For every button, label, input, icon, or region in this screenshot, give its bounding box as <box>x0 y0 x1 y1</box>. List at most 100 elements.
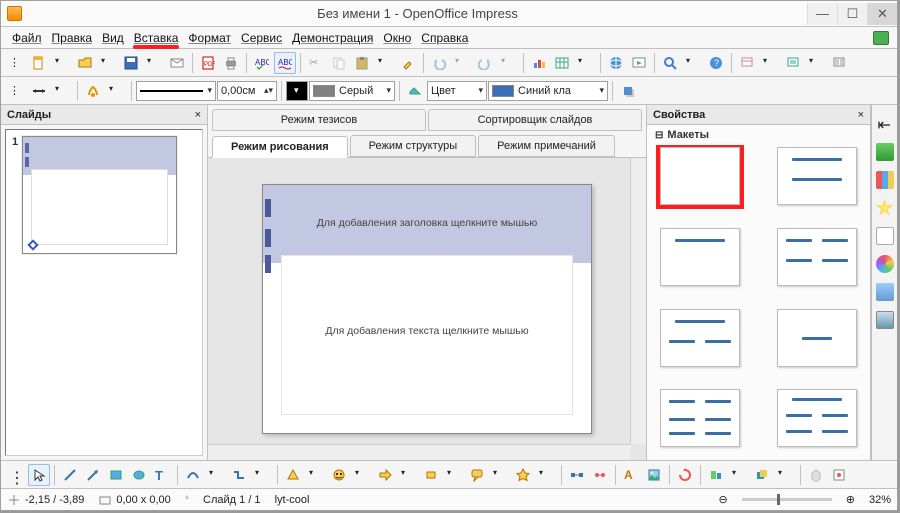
export-pdf-button[interactable]: PDF <box>197 52 219 74</box>
dropdown-icon[interactable]: ▾ <box>451 52 473 74</box>
layout-title-content[interactable] <box>777 147 857 205</box>
dropdown-icon[interactable]: ▾ <box>397 464 419 486</box>
dropdown-icon[interactable]: ▾ <box>535 464 557 486</box>
line-color-select[interactable]: Цвет▾ <box>427 81 487 101</box>
cut-button[interactable]: ✂ <box>305 52 327 74</box>
fontwork-tool[interactable]: A <box>620 464 642 486</box>
from-file-tool[interactable] <box>643 464 665 486</box>
align-tool[interactable] <box>705 464 727 486</box>
dropdown-icon[interactable]: ▾ <box>143 52 165 74</box>
sidebar-toggle-icon[interactable]: ⇤ <box>874 111 896 133</box>
dropdown-icon[interactable]: ▾ <box>351 464 373 486</box>
zoom-value[interactable]: 32% <box>869 494 891 506</box>
rect-tool[interactable] <box>105 464 127 486</box>
dropdown-icon[interactable]: ▾ <box>443 464 465 486</box>
line-style-select[interactable]: ▾ <box>136 81 216 101</box>
dropdown-icon[interactable]: ▾ <box>305 464 327 486</box>
email-button[interactable] <box>166 52 188 74</box>
cube-icon[interactable] <box>876 143 894 161</box>
layouts-group-header[interactable]: Макеты <box>647 125 870 145</box>
slide-design-button[interactable] <box>782 52 804 74</box>
extrusion-tool[interactable] <box>805 464 827 486</box>
connector-tool[interactable] <box>228 464 250 486</box>
close-button[interactable]: ✕ <box>867 3 897 25</box>
rotate-tool[interactable] <box>674 464 696 486</box>
dropdown-icon[interactable]: ▾ <box>728 464 750 486</box>
palette-icon[interactable] <box>876 255 894 273</box>
grip-icon[interactable]: ⋮ <box>5 52 27 74</box>
chart-icon[interactable] <box>876 171 894 189</box>
dropdown-icon[interactable]: ▾ <box>489 464 511 486</box>
points-edit-tool[interactable] <box>566 464 588 486</box>
star-icon[interactable] <box>876 199 894 217</box>
slide-templates-button[interactable] <box>736 52 758 74</box>
slide-layout-button[interactable] <box>828 52 850 74</box>
tab-structure-mode[interactable]: Режим структуры <box>350 135 477 157</box>
line-color-button[interactable] <box>82 80 104 102</box>
dropdown-icon[interactable]: ▾ <box>51 52 73 74</box>
line-tool[interactable] <box>59 464 81 486</box>
dropdown-icon[interactable]: ▾ <box>51 80 73 102</box>
layout-title-only[interactable] <box>660 228 740 286</box>
minimize-button[interactable]: — <box>807 3 837 25</box>
symbol-shapes-tool[interactable] <box>328 464 350 486</box>
body-placeholder[interactable]: Для добавления текста щелкните мышью <box>263 325 591 337</box>
grip-icon[interactable]: ⋮ <box>5 80 27 102</box>
dropdown-icon[interactable]: ▾ <box>574 52 596 74</box>
slideshow-button[interactable] <box>628 52 650 74</box>
dropdown-icon[interactable]: ▾ <box>374 52 396 74</box>
layout-blank[interactable] <box>660 147 740 205</box>
shadow-color-select[interactable]: Синий кла▾ <box>488 81 608 101</box>
dropdown-icon[interactable]: ▾ <box>497 52 519 74</box>
save-button[interactable] <box>120 52 142 74</box>
curve-tool[interactable] <box>182 464 204 486</box>
flowchart-tool[interactable] <box>420 464 442 486</box>
tab-notes-mode[interactable]: Режим примечаний <box>478 135 615 157</box>
menu-slideshow[interactable]: Демонстрация <box>287 29 378 47</box>
stars-tool[interactable] <box>512 464 534 486</box>
arrange-tool[interactable] <box>751 464 773 486</box>
tab-drawing-mode[interactable]: Режим рисования <box>212 136 348 158</box>
dropdown-icon[interactable]: ▾ <box>205 464 227 486</box>
grip-icon[interactable]: ⋮ <box>5 464 27 486</box>
dropdown-icon[interactable]: ▾ <box>805 52 827 74</box>
open-button[interactable] <box>74 52 96 74</box>
slide-thumbnail[interactable] <box>22 136 177 254</box>
layout-title-grid4[interactable] <box>777 389 857 447</box>
shadow-button[interactable] <box>617 80 639 102</box>
dropdown-icon[interactable]: ▾ <box>774 464 796 486</box>
ellipse-tool[interactable] <box>128 464 150 486</box>
properties-panel-close-icon[interactable]: × <box>858 109 864 121</box>
tab-outline-mode[interactable]: Режим тезисов <box>212 109 426 131</box>
vertical-scrollbar[interactable] <box>630 158 646 444</box>
download-button-icon[interactable] <box>873 31 889 45</box>
line-width-input[interactable]: 0,00см▴▾ <box>217 81 277 101</box>
new-doc-button[interactable] <box>28 52 50 74</box>
table-button[interactable] <box>551 52 573 74</box>
hyperlink-button[interactable] <box>605 52 627 74</box>
arrow-style-button[interactable] <box>28 80 50 102</box>
arrow-tool[interactable] <box>82 464 104 486</box>
horizontal-scrollbar[interactable] <box>208 444 630 460</box>
dropdown-icon[interactable]: ▾ <box>682 52 704 74</box>
spellcheck-button[interactable]: ABC <box>251 52 273 74</box>
help-button[interactable]: ? <box>705 52 727 74</box>
layout-title-two[interactable] <box>660 309 740 367</box>
paste-button[interactable] <box>351 52 373 74</box>
dropdown-icon[interactable]: ▾ <box>97 52 119 74</box>
menu-help[interactable]: Справка <box>416 29 473 47</box>
fill-style-select[interactable]: Серый▾ <box>309 81 395 101</box>
menu-insert[interactable]: Вставка <box>129 29 184 47</box>
layout-two-content[interactable] <box>777 228 857 286</box>
copy-button[interactable] <box>328 52 350 74</box>
glue-points-tool[interactable] <box>589 464 611 486</box>
maximize-button[interactable]: ☐ <box>837 3 867 25</box>
chart-button[interactable] <box>528 52 550 74</box>
gallery-icon[interactable] <box>876 283 894 301</box>
menu-view[interactable]: Вид <box>97 29 129 47</box>
slide-canvas[interactable]: Для добавления заголовка щелкните мышью … <box>208 158 646 460</box>
interaction-tool[interactable] <box>828 464 850 486</box>
menu-tools[interactable]: Сервис <box>236 29 287 47</box>
basic-shapes-tool[interactable] <box>282 464 304 486</box>
callout-tool[interactable] <box>466 464 488 486</box>
